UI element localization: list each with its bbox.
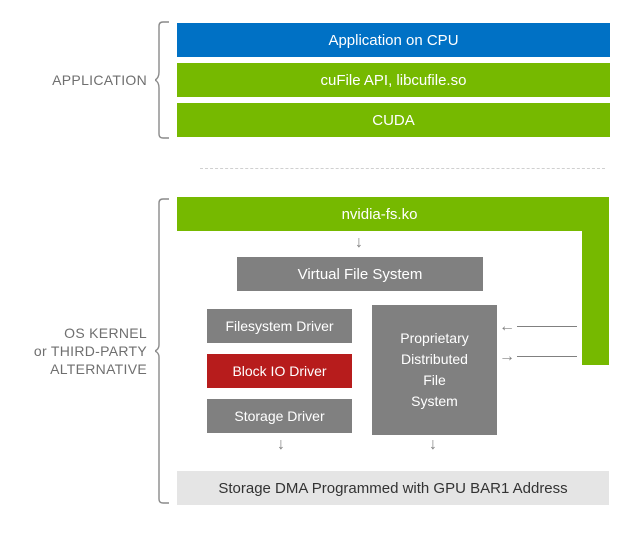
section-label-kernel: OS KERNEL or THIRD-PARTY ALTERNATIVE <box>15 324 147 379</box>
layer-cuda: CUDA <box>177 103 610 137</box>
layer-vfs: Virtual File System <box>237 257 483 291</box>
kernel-label-l2: or THIRD-PARTY <box>34 343 147 359</box>
layer-storage-driver: Storage Driver <box>207 399 352 433</box>
kernel-label-l1: OS KERNEL <box>64 325 147 341</box>
layer-block-io: Block IO Driver <box>207 354 352 388</box>
divider <box>200 168 605 169</box>
layer-fs-driver: Filesystem Driver <box>207 309 352 343</box>
kernel-label-l3: ALTERNATIVE <box>50 361 147 377</box>
layer-dma: Storage DMA Programmed with GPU BAR1 Add… <box>177 471 609 505</box>
layer-app-cpu: Application on CPU <box>177 23 610 57</box>
connector-line <box>517 326 577 327</box>
bracket-icon <box>155 197 169 505</box>
arrow-down-icon: ↓ <box>429 437 437 453</box>
dfs-l1: Proprietary <box>400 328 468 349</box>
layer-nvidiafs-label: nvidia-fs.ko <box>177 197 582 231</box>
layer-dfs: Proprietary Distributed File System <box>372 305 497 435</box>
section-label-application: APPLICATION <box>15 71 147 89</box>
arrow-down-icon: ↓ <box>355 235 363 251</box>
dfs-l3: File <box>423 370 446 391</box>
arrow-right-icon: → <box>499 349 515 365</box>
layer-cufile: cuFile API, libcufile.so <box>177 63 610 97</box>
bracket-icon <box>155 20 169 140</box>
section-kernel: OS KERNEL or THIRD-PARTY ALTERNATIVE nvi… <box>15 197 610 505</box>
dfs-l4: System <box>411 391 458 412</box>
layer-nvidiafs-side <box>582 197 609 365</box>
dfs-l2: Distributed <box>401 349 468 370</box>
connector-line <box>517 356 577 357</box>
section-application: APPLICATION Application on CPU cuFile AP… <box>15 20 610 140</box>
arrow-down-icon: ↓ <box>277 437 285 453</box>
arrow-left-icon: ← <box>499 319 515 335</box>
